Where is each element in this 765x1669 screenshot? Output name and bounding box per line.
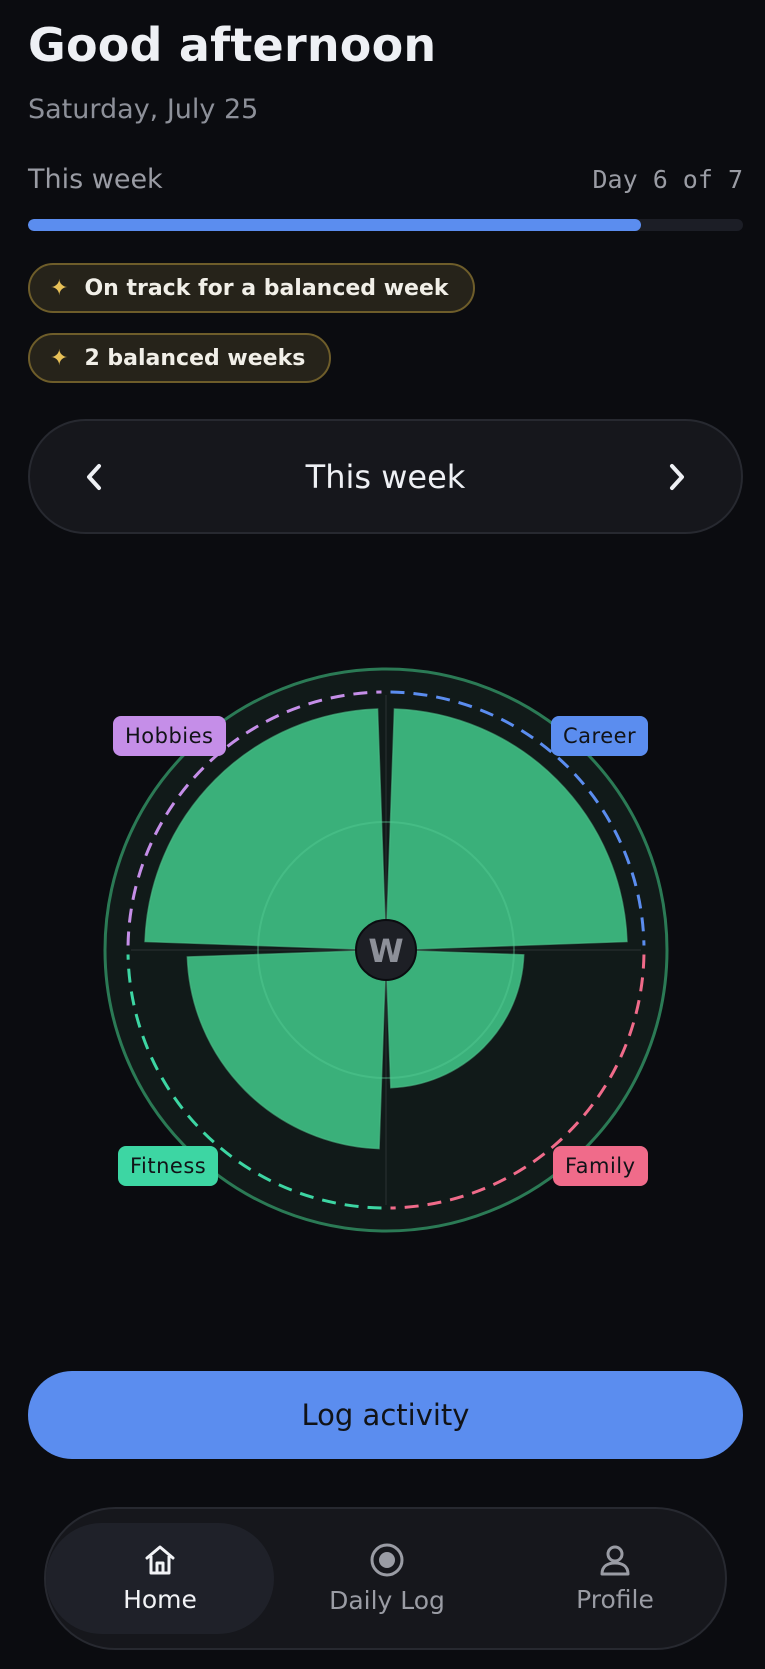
sparkle-icon: ✦ — [50, 345, 69, 371]
week-navigator: This week — [28, 419, 743, 534]
date-subtitle: Saturday, July 25 — [28, 94, 259, 125]
chip-label: On track for a balanced week — [84, 275, 449, 301]
log-activity-button[interactable]: Log activity — [28, 1371, 743, 1459]
record-icon — [370, 1543, 404, 1577]
chevron-left-icon[interactable] — [70, 453, 118, 501]
wheel-label-career[interactable]: Career — [551, 716, 649, 756]
wheel-label-hobbies[interactable]: Hobbies — [113, 716, 226, 756]
wheel-center-letter: W — [368, 932, 403, 970]
day-counter: Day 6 of 7 — [592, 165, 743, 194]
balance-status-chip: ✦ On track for a balanced week — [28, 263, 475, 313]
nav-label-profile: Profile — [576, 1585, 654, 1614]
nav-item-daily-log[interactable]: Daily Log — [273, 1523, 501, 1634]
week-progress-row: This week Day 6 of 7 — [28, 164, 743, 195]
week-progress-label: This week — [28, 164, 163, 195]
sparkle-icon: ✦ — [50, 275, 69, 301]
chevron-right-icon[interactable] — [653, 453, 701, 501]
nav-item-home[interactable]: Home — [46, 1523, 274, 1634]
streak-chip: ✦ 2 balanced weeks — [28, 333, 332, 383]
wheel-label-family[interactable]: Family — [553, 1146, 648, 1186]
home-icon — [145, 1545, 175, 1575]
week-progress-fill — [28, 219, 641, 231]
user-icon — [600, 1545, 630, 1576]
greeting-title: Good afternoon — [28, 18, 437, 72]
nav-label-daily-log: Daily Log — [329, 1586, 445, 1615]
nav-item-profile[interactable]: Profile — [501, 1523, 729, 1634]
week-progress-bar — [28, 219, 743, 231]
bottom-navigation: Home Daily Log Profile — [44, 1507, 727, 1650]
week-nav-title: This week — [305, 457, 466, 496]
nav-label-home: Home — [123, 1585, 197, 1614]
wheel-label-fitness[interactable]: Fitness — [118, 1146, 219, 1186]
home-screen: Good afternoon Saturday, July 25 This we… — [0, 0, 765, 1669]
chip-label: 2 balanced weeks — [84, 345, 306, 371]
